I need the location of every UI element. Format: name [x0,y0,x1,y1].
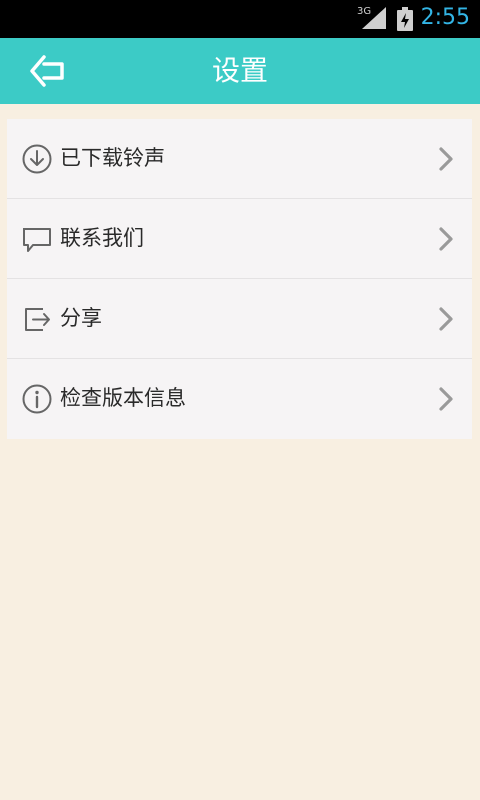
info-icon [22,384,52,414]
signal-icon [362,7,386,29]
menu-item-label: 联系我们 [60,226,144,250]
menu-item-label: 检查版本信息 [60,386,186,410]
menu-item-share[interactable]: 分享 [7,279,472,359]
battery-charging-icon [397,7,413,31]
download-icon [22,144,52,174]
chevron-right-icon [439,227,453,251]
clock: 2:55 [420,5,470,30]
menu-item-downloaded-ringtones[interactable]: 已下载铃声 [7,119,472,199]
chevron-right-icon [439,147,453,171]
menu-item-label: 分享 [60,306,102,330]
menu-item-contact-us[interactable]: 联系我们 [7,199,472,279]
page-title: 设置 [211,54,268,87]
share-icon [25,308,50,331]
chevron-right-icon [439,307,453,331]
settings-menu: 已下载铃声 联系我们 分享 检查版本信息 [7,119,472,439]
chat-icon [23,228,51,252]
status-bar: 3G 2:55 [0,0,480,38]
back-arrow-icon [30,55,64,87]
back-button[interactable] [26,52,70,90]
menu-item-label: 已下载铃声 [60,146,165,170]
chevron-right-icon [439,387,453,411]
app-header: 设置 [0,38,480,104]
menu-item-check-version[interactable]: 检查版本信息 [7,359,472,439]
